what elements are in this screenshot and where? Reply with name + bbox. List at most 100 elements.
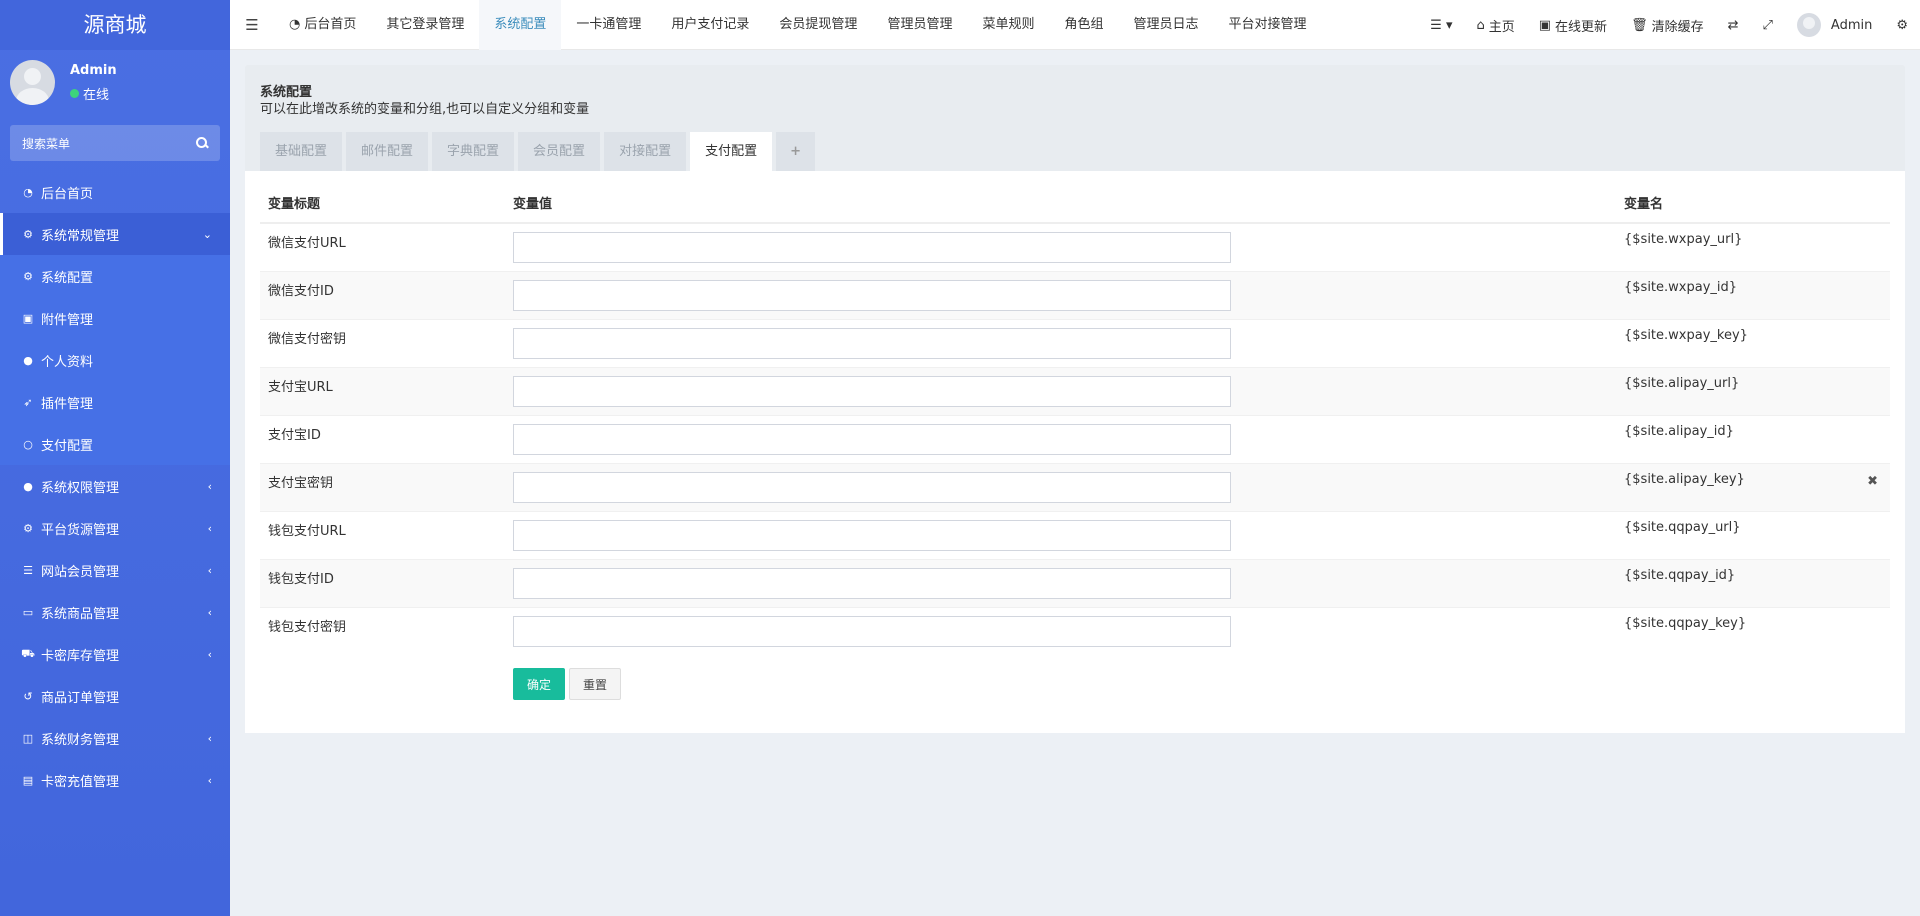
add-tab-button[interactable]: + bbox=[776, 132, 815, 171]
variable-value-input[interactable] bbox=[513, 280, 1231, 311]
panel-body: 变量标题 变量值 变量名 微信支付URL {$site.wxpay_url} 微信支… bbox=[245, 171, 1905, 733]
sidebar-item-4[interactable]: ● 个人资料 bbox=[0, 339, 230, 381]
sidebar-item-2[interactable]: ⚙ 系统配置 bbox=[0, 255, 230, 297]
sidebar-item-9[interactable]: ☰ 网站会员管理 ‹ bbox=[0, 549, 230, 591]
variable-value-cell bbox=[505, 463, 1616, 512]
history-icon: ↺ bbox=[23, 689, 33, 703]
sidebar-item-3[interactable]: ▣ 附件管理 bbox=[0, 297, 230, 339]
home-link-label: 主页 bbox=[1488, 19, 1515, 35]
circle-icon: ○ bbox=[23, 437, 33, 451]
sidebar-item-6[interactable]: ○ 支付配置 bbox=[0, 423, 230, 465]
clear-cache-link[interactable]: 🗑 清除缓存 bbox=[1619, 16, 1716, 35]
sidebar-item-label: 系统常规管理 bbox=[41, 228, 120, 244]
sidebar-item-14[interactable]: ▤ 卡密充值管理 ‹ bbox=[0, 759, 230, 801]
sidebar-item-11[interactable]: ⛟ 卡密库存管理 ‹ bbox=[0, 633, 230, 675]
variable-name: {$site.wxpay_url} bbox=[1624, 232, 1743, 247]
panel-heading: 系统配置 可以在此增改系统的变量和分组,也可以自定义分组和变量 基础配置 邮件配置… bbox=[245, 65, 1905, 171]
top-nav-tab[interactable]: 系统配置 bbox=[479, 0, 562, 50]
avatar bbox=[10, 60, 55, 105]
top-nav-tabs: ◔ 后台首页 其它登录管理 系统配置 一卡通管理 用户支付记录 会员提现管理 管理员管理 菜单规… bbox=[274, 0, 1322, 50]
variable-value-input[interactable] bbox=[513, 520, 1231, 551]
config-tab[interactable]: 邮件配置 bbox=[346, 132, 429, 171]
vimeo-icon: ▣ bbox=[1538, 17, 1552, 33]
sidebar-item-13[interactable]: ◫ 系统财务管理 ‹ bbox=[0, 717, 230, 759]
variable-value-input[interactable] bbox=[513, 424, 1231, 455]
variable-name: {$site.qqpay_id} bbox=[1624, 568, 1736, 583]
dashboard-icon: ◔ bbox=[23, 185, 33, 199]
sidebar-item-7[interactable]: ● 系统权限管理 ‹ bbox=[0, 465, 230, 507]
language-icon[interactable]: ⇄ bbox=[1716, 18, 1751, 33]
variable-title: 支付宝密钥 bbox=[260, 463, 505, 512]
table-row: 钱包支付密钥 {$site.qqpay_key} bbox=[260, 607, 1890, 656]
config-tab[interactable]: 字典配置 bbox=[432, 132, 515, 171]
chevron-left-icon: ‹ bbox=[207, 731, 212, 745]
top-nav-tab[interactable]: 菜单规则 bbox=[967, 0, 1049, 50]
variable-value-input[interactable] bbox=[513, 376, 1231, 407]
variable-value-input[interactable] bbox=[513, 472, 1231, 503]
user-menu[interactable]: Admin bbox=[1785, 13, 1884, 37]
submit-button[interactable]: 确定 bbox=[513, 668, 566, 700]
config-tab[interactable]: 对接配置 bbox=[604, 132, 687, 171]
user-icon: ● bbox=[23, 353, 33, 367]
variable-value-cell bbox=[505, 222, 1616, 272]
trash-icon: 🗑 bbox=[1631, 17, 1648, 33]
variable-title: 支付宝ID bbox=[260, 415, 505, 464]
keyboard-icon: ▭ bbox=[22, 605, 34, 619]
sidebar-item-label: 系统配置 bbox=[41, 270, 94, 286]
sidebar-item-8[interactable]: ⚙ 平台货源管理 ‹ bbox=[0, 507, 230, 549]
multiplenav-toggle-icon[interactable]: ☰ ▾ bbox=[1418, 18, 1464, 33]
top-nav-tab[interactable]: 其它登录管理 bbox=[371, 0, 479, 50]
cart-icon: ⛟ bbox=[21, 646, 35, 660]
variable-name: {$site.wxpay_key} bbox=[1624, 328, 1748, 343]
control-sidebar-icon[interactable]: ⚙ bbox=[1884, 18, 1920, 33]
variable-value-cell bbox=[505, 511, 1616, 560]
chevron-left-icon: ‹ bbox=[207, 647, 212, 661]
variable-value-input[interactable] bbox=[513, 568, 1231, 599]
home-link[interactable]: ⌂ 主页 bbox=[1464, 16, 1526, 35]
top-nav-tab[interactable]: 一卡通管理 bbox=[561, 0, 656, 50]
menu-search-input[interactable]: 搜索菜单 bbox=[10, 125, 220, 161]
config-tab[interactable]: 支付配置 bbox=[690, 132, 773, 171]
variable-value-cell bbox=[505, 367, 1616, 416]
top-nav-tab[interactable]: 用户支付记录 bbox=[656, 0, 764, 50]
variable-value-cell bbox=[505, 559, 1616, 608]
top-nav-tab[interactable]: 会员提现管理 bbox=[764, 0, 872, 50]
header-value: 变量值 bbox=[505, 181, 1616, 224]
top-nav-tab[interactable]: ◔ 后台首页 bbox=[274, 0, 371, 50]
top-nav-tab[interactable]: 管理员日志 bbox=[1118, 0, 1213, 50]
variable-title: 微信支付ID bbox=[260, 271, 505, 320]
sidebar-item-12[interactable]: ↺ 商品订单管理 bbox=[0, 675, 230, 717]
online-update-link[interactable]: ▣ 在线更新 bbox=[1527, 16, 1619, 35]
binoculars-icon: ◫ bbox=[22, 731, 34, 745]
variable-value-input[interactable] bbox=[513, 232, 1231, 263]
top-nav-tab[interactable]: 管理员管理 bbox=[872, 0, 967, 50]
top-nav-tab[interactable]: 平台对接管理 bbox=[1214, 0, 1322, 50]
variable-value-input[interactable] bbox=[513, 328, 1231, 359]
chevron-left-icon: ‹ bbox=[207, 605, 212, 619]
table-row: 支付宝ID {$site.alipay_id} bbox=[260, 415, 1890, 464]
reset-button[interactable]: 重置 bbox=[569, 668, 622, 700]
config-tab[interactable]: 会员配置 bbox=[518, 132, 601, 171]
variable-value-cell bbox=[505, 607, 1616, 656]
group-icon: ● bbox=[23, 479, 33, 493]
clear-cache-label: 清除缓存 bbox=[1651, 19, 1704, 35]
config-tab[interactable]: 基础配置 bbox=[260, 132, 343, 171]
sidebar-item-10[interactable]: ▭ 系统商品管理 ‹ bbox=[0, 591, 230, 633]
search-icon[interactable] bbox=[196, 137, 208, 149]
sidebar-item-1[interactable]: ⚙ 系统常规管理 ⌄ bbox=[0, 213, 230, 255]
table-row: 钱包支付ID {$site.qqpay_id} bbox=[260, 559, 1890, 608]
variable-name-cell: {$site.alipay_id} bbox=[1616, 415, 1890, 464]
top-nav-tab[interactable]: 角色组 bbox=[1049, 0, 1118, 50]
dashboard-icon: ◔ bbox=[289, 16, 301, 32]
variable-name-cell: {$site.wxpay_id} bbox=[1616, 271, 1890, 320]
app-logo[interactable]: 源商城 bbox=[0, 0, 230, 50]
online-update-label: 在线更新 bbox=[1555, 19, 1608, 35]
variable-value-input[interactable] bbox=[513, 616, 1231, 647]
fullscreen-icon[interactable]: ⤢ bbox=[1751, 18, 1785, 33]
sidebar-item-label: 后台首页 bbox=[41, 186, 94, 202]
delete-icon[interactable]: ✖ bbox=[1867, 474, 1878, 489]
sidebar-toggle-icon[interactable]: ☰ bbox=[230, 0, 274, 50]
form-actions: 确定 重置 bbox=[513, 668, 625, 700]
sidebar-item-5[interactable]: ➶ 插件管理 bbox=[0, 381, 230, 423]
sidebar-item-0[interactable]: ◔ 后台首页 bbox=[0, 171, 230, 213]
